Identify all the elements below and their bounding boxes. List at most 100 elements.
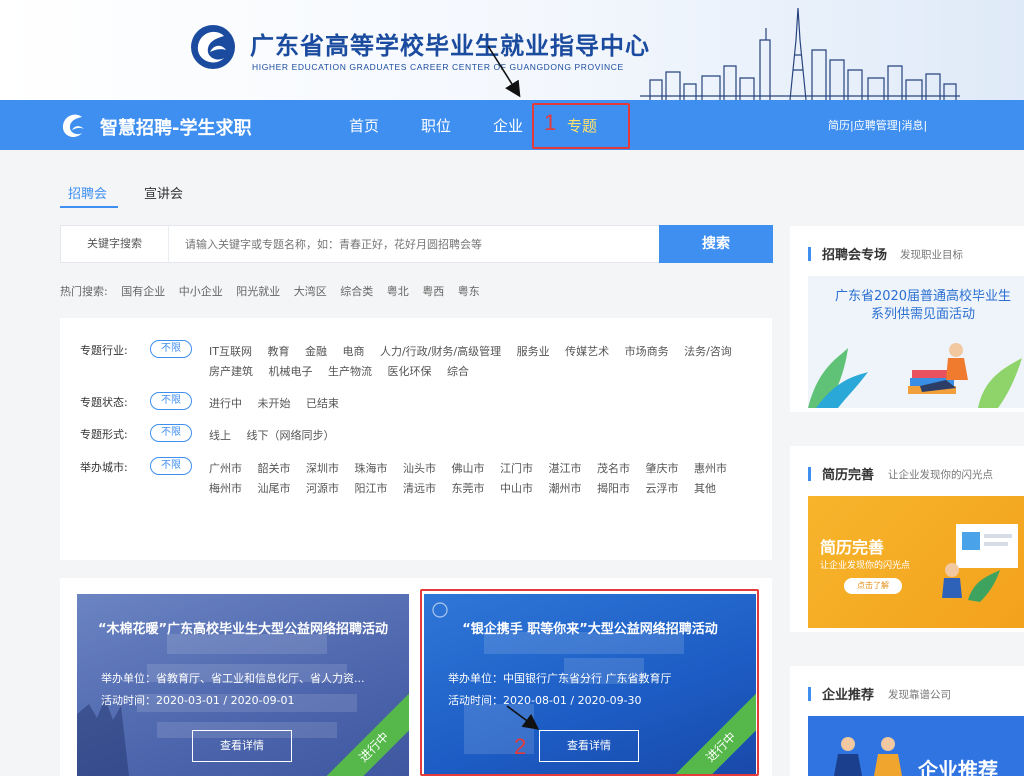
hot-search-item[interactable]: 综合类	[340, 285, 373, 298]
search-button[interactable]: 搜索	[659, 225, 773, 263]
sidebar-subtitle: 让企业发现你的闪光点	[888, 469, 993, 481]
hot-search: 热门搜索: 国有企业 中小企业 阳光就业 大湾区 综合类 粤北 粤西 粤东	[60, 283, 480, 299]
filter-option[interactable]: 线上	[209, 426, 231, 446]
hot-search-item[interactable]: 粤北	[387, 285, 409, 298]
filter-option[interactable]: 江门市	[500, 459, 533, 479]
card-time: 活动时间：2020-03-01 / 2020-09-01	[101, 694, 295, 707]
nav-messages[interactable]: 消息	[901, 119, 923, 132]
filter-option[interactable]: 金融	[305, 342, 327, 362]
sidebar-title: 招聘会专场	[822, 248, 888, 263]
filter-all-button[interactable]: 不限	[150, 457, 192, 475]
filter-option[interactable]: 教育	[267, 342, 289, 362]
filter-option[interactable]: 汕头市	[403, 459, 436, 479]
filter-option[interactable]: 电商	[342, 342, 364, 362]
filter-option[interactable]: 深圳市	[306, 459, 339, 479]
hot-search-item[interactable]: 粤西	[422, 285, 444, 298]
filter-option[interactable]: 珠海市	[355, 459, 388, 479]
filter-options: 线上 线下（网络同步）	[209, 426, 769, 446]
topic-card[interactable]: “木棉花暖”广东高校毕业生大型公益网络招聘活动 举办单位：省教育厅、省工业和信息…	[77, 594, 409, 776]
filter-option[interactable]: 服务业	[517, 342, 550, 362]
filter-option[interactable]: 法务/咨询	[684, 342, 732, 362]
filter-option[interactable]: 未开始	[258, 394, 291, 414]
card-title: “木棉花暖”广东高校毕业生大型公益网络招聘活动	[97, 622, 389, 637]
hot-search-item[interactable]: 阳光就业	[236, 285, 280, 298]
filter-option[interactable]: 清远市	[403, 479, 436, 499]
filter-option[interactable]: 市场商务	[625, 342, 669, 362]
hot-search-label: 热门搜索:	[60, 285, 108, 298]
filter-option[interactable]: 进行中	[209, 394, 242, 414]
filter-option[interactable]: IT互联网	[209, 342, 252, 362]
filter-all-button[interactable]: 不限	[150, 392, 192, 410]
filter-option[interactable]: 综合	[447, 362, 469, 382]
filter-option[interactable]: 潮州市	[549, 479, 582, 499]
nav-companies[interactable]: 企业	[493, 115, 523, 136]
annotation-number-2: 2	[514, 734, 527, 759]
filter-label: 专题状态:	[80, 396, 128, 409]
hot-search-item[interactable]: 粤东	[458, 285, 480, 298]
filter-option[interactable]: 佛山市	[452, 459, 485, 479]
filter-label: 专题行业:	[80, 344, 128, 357]
promo-subtitle: 让企业发现你的闪光点	[820, 561, 911, 571]
filter-all-button[interactable]: 不限	[150, 340, 192, 358]
search-label: 关键字搜索	[61, 226, 169, 262]
learn-more-button[interactable]: 点击了解	[844, 578, 902, 594]
company-promo-image[interactable]: 企业推荐	[808, 716, 1024, 776]
sidebar-subtitle: 发现靠谱公司	[888, 689, 951, 701]
promo-caption: 广东省2020届普通高校毕业生 系列供需见面活动	[834, 289, 1012, 322]
filter-option[interactable]: 人力/行政/财务/高级管理	[380, 342, 501, 362]
filter-option[interactable]: 湛江市	[549, 459, 582, 479]
nav-right-links: 简历|应聘管理|消息|	[828, 119, 928, 132]
filter-option[interactable]: 机械电子	[269, 362, 313, 382]
job-fair-promo-image[interactable]: 广东省2020届普通高校毕业生 系列供需见面活动	[808, 276, 1024, 408]
tab-job-fairs[interactable]: 招聘会	[68, 183, 107, 202]
hot-search-item[interactable]: 中小企业	[179, 285, 223, 298]
filter-option[interactable]: 生产物流	[328, 362, 372, 382]
filter-option[interactable]: 已结束	[306, 394, 339, 414]
filter-option[interactable]: 东莞市	[452, 479, 485, 499]
filter-option[interactable]: 梅州市	[209, 479, 242, 499]
filter-option[interactable]: 云浮市	[646, 479, 679, 499]
view-details-button[interactable]: 查看详情	[192, 730, 292, 762]
main-nav: 智慧招聘-学生求职 首页 职位 企业 专题 简历|应聘管理|消息|	[0, 100, 1024, 150]
banner-subtitle: HIGHER EDUCATION GRADUATES CAREER CENTER…	[252, 62, 624, 72]
filter-option[interactable]: 韶关市	[258, 459, 291, 479]
hot-search-item[interactable]: 大湾区	[294, 285, 327, 298]
brand-logo-icon	[62, 114, 84, 137]
filter-panel: 专题行业: 不限 IT互联网 教育 金融 电商 人力/行政/财务/高级管理 服务…	[60, 318, 772, 560]
nav-brand[interactable]: 智慧招聘-学生求职	[100, 114, 251, 140]
filter-options: IT互联网 教育 金融 电商 人力/行政/财务/高级管理 服务业 传媒艺术 市场…	[209, 342, 769, 382]
handshake-illustration-icon	[834, 737, 902, 776]
hot-search-item[interactable]: 国有企业	[121, 285, 165, 298]
annotation-box-card	[420, 589, 759, 776]
nav-home[interactable]: 首页	[349, 115, 379, 136]
filter-option[interactable]: 河源市	[306, 479, 339, 499]
filter-option[interactable]: 茂名市	[597, 459, 630, 479]
nav-resume[interactable]: 简历	[828, 119, 850, 132]
city-skyline-icon	[640, 7, 960, 100]
filter-options: 广州市 韶关市 深圳市 珠海市 汕头市 佛山市 江门市 湛江市 茂名市 肇庆市 …	[209, 459, 769, 499]
filter-all-button[interactable]: 不限	[150, 424, 192, 442]
filter-option[interactable]: 传媒艺术	[565, 342, 609, 362]
card-organizer: 举办单位：省教育厅、省工业和信息化厅、省人力资...	[101, 672, 365, 685]
filter-option[interactable]: 房产建筑	[209, 362, 253, 382]
tab-presentations[interactable]: 宣讲会	[144, 183, 183, 202]
filter-option[interactable]: 中山市	[500, 479, 533, 499]
filter-label: 专题形式:	[80, 428, 128, 441]
filter-option[interactable]: 肇庆市	[646, 459, 679, 479]
filter-option[interactable]: 线下（网络同步）	[247, 426, 335, 446]
filter-option[interactable]: 医化环保	[388, 362, 432, 382]
sidebar-resume-section: 简历完善 让企业发现你的闪光点 简历完善 让企业发现你的闪光点 点击了解	[790, 446, 1024, 632]
filter-option[interactable]: 阳江市	[355, 479, 388, 499]
filter-option[interactable]: 汕尾市	[258, 479, 291, 499]
filter-option[interactable]: 广州市	[209, 459, 242, 479]
sidebar-subtitle: 发现职业目标	[900, 249, 963, 261]
filter-option[interactable]: 惠州市	[694, 459, 727, 479]
filter-label: 举办城市:	[80, 461, 128, 474]
filter-option[interactable]: 其他	[694, 479, 716, 499]
resume-promo-image[interactable]: 简历完善 让企业发现你的闪光点 点击了解	[808, 496, 1024, 628]
filter-option[interactable]: 揭阳市	[597, 479, 630, 499]
filter-options: 进行中 未开始 已结束	[209, 394, 769, 414]
nav-jobs[interactable]: 职位	[421, 115, 451, 136]
nav-applications[interactable]: 应聘管理	[854, 119, 898, 132]
search-input[interactable]	[185, 226, 655, 262]
